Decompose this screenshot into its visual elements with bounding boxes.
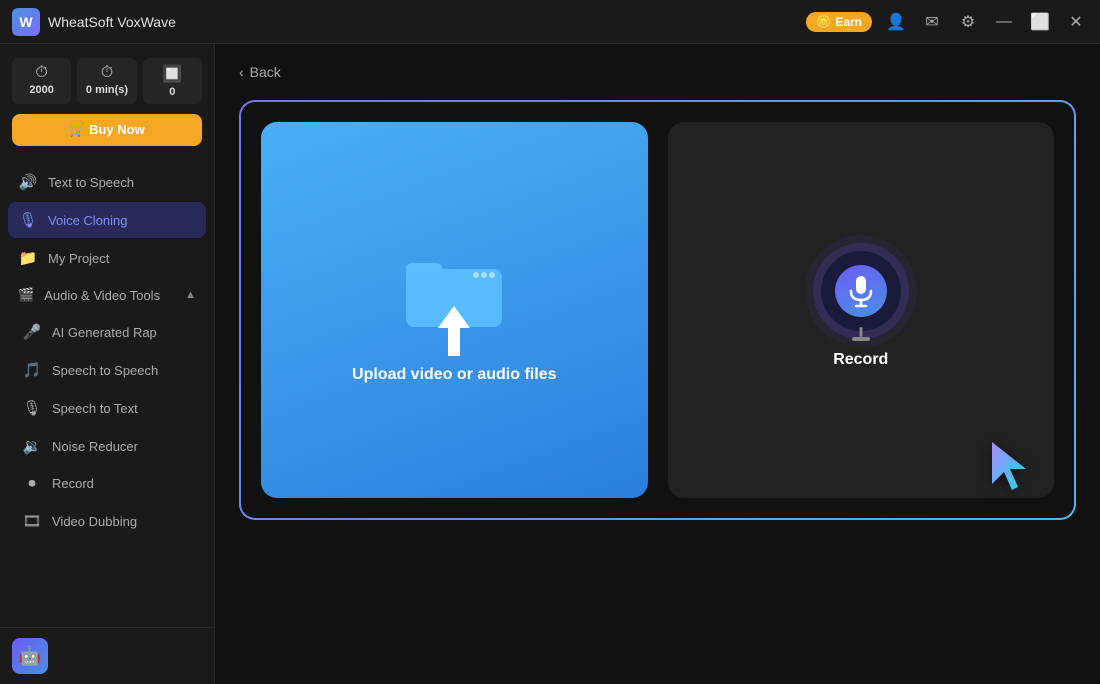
mic-base: [852, 337, 870, 341]
dubbing-icon: 🎞: [22, 512, 42, 530]
titlebar: W WheatSoft VoxWave 🪙 Earn 👤 ✉ ⚙ — ⬜ ✕: [0, 0, 1100, 44]
coin-icon: 🪙: [816, 15, 831, 29]
app-layout: ⏱ 2000 ⏱ 0 min(s) 🔲 0 🛒 Buy Now 🔊 Text: [0, 44, 1100, 684]
noise-icon: 🔉: [22, 437, 42, 455]
record-label: Record: [833, 351, 888, 369]
earn-button[interactable]: 🪙 Earn: [806, 12, 872, 32]
stat-minutes: ⏱ 0 min(s): [77, 58, 136, 104]
sidebar-item-ai-rap[interactable]: 🎤 AI Generated Rap: [12, 314, 206, 350]
mic-icon-wrap: [821, 251, 901, 331]
sidebar-item-speech-to-speech[interactable]: 🎵 Speech to Speech: [12, 352, 206, 388]
count-icon: 🔲: [147, 64, 198, 84]
titlebar-left: W WheatSoft VoxWave: [12, 8, 176, 36]
chat-widget[interactable]: 🤖: [12, 638, 202, 674]
stt-icon: 🎙: [22, 399, 42, 417]
mic-icon: [835, 265, 887, 317]
cursor-svg: [984, 438, 1034, 498]
minimize-icon[interactable]: —: [992, 13, 1016, 31]
sidebar-item-noise-reducer[interactable]: 🔉 Noise Reducer: [12, 428, 206, 464]
sts-icon: 🎵: [22, 361, 42, 379]
av-tools-submenu: 🎤 AI Generated Rap 🎵 Speech to Speech 🎙 …: [8, 314, 206, 539]
mail-icon[interactable]: ✉: [920, 12, 944, 32]
sidebar-section-av-tools[interactable]: 🎬 Audio & Video Tools ▲: [8, 278, 206, 312]
record-nav-icon: ⏺: [22, 475, 42, 492]
av-tools-left: 🎬 Audio & Video Tools: [18, 287, 160, 303]
ai-rap-label: AI Generated Rap: [52, 325, 157, 340]
back-label: Back: [250, 64, 281, 80]
back-arrow-icon: ‹: [239, 64, 244, 80]
minutes-icon: ⏱: [81, 64, 132, 82]
chat-avatar: 🤖: [12, 638, 48, 674]
tts-label: Text to Speech: [48, 175, 134, 190]
microphone-svg: [847, 274, 875, 308]
sidebar-item-voice-cloning[interactable]: 🎙 Voice Cloning: [8, 202, 206, 238]
dubbing-label: Video Dubbing: [52, 514, 137, 529]
av-tools-label: Audio & Video Tools: [44, 288, 160, 303]
mic-stand: [859, 327, 862, 337]
upload-label: Upload video or audio files: [352, 366, 556, 384]
stats-row: ⏱ 2000 ⏱ 0 min(s) 🔲 0: [12, 58, 202, 104]
account-icon[interactable]: 👤: [884, 12, 908, 32]
sidebar-bottom: 🤖: [0, 627, 214, 684]
vc-icon: 🎙: [18, 211, 38, 229]
record-nav-label: Record: [52, 476, 94, 491]
selection-cards-container: Upload video or audio files: [239, 100, 1076, 520]
earn-label: Earn: [835, 15, 862, 29]
cursor-indicator: [984, 438, 1034, 498]
vc-label: Voice Cloning: [48, 213, 128, 228]
sidebar-nav: 🔊 Text to Speech 🎙 Voice Cloning 📁 My Pr…: [0, 156, 214, 627]
tts-icon: 🔊: [18, 173, 38, 191]
minutes-value: 0 min(s): [81, 84, 132, 96]
count-value: 0: [147, 86, 198, 98]
chevron-up-icon: ▲: [185, 289, 196, 301]
sidebar-item-video-dubbing[interactable]: 🎞 Video Dubbing: [12, 503, 206, 539]
back-button[interactable]: ‹ Back: [239, 64, 281, 80]
project-icon: 📁: [18, 249, 38, 267]
main-content: ‹ Back: [215, 44, 1100, 684]
sts-label: Speech to Speech: [52, 363, 158, 378]
ai-rap-icon: 🎤: [22, 323, 42, 341]
upload-card[interactable]: Upload video or audio files: [261, 122, 648, 498]
settings-icon[interactable]: ⚙: [956, 12, 980, 32]
noise-label: Noise Reducer: [52, 439, 138, 454]
sidebar: ⏱ 2000 ⏱ 0 min(s) 🔲 0 🛒 Buy Now 🔊 Text: [0, 44, 215, 684]
sidebar-top: ⏱ 2000 ⏱ 0 min(s) 🔲 0 🛒 Buy Now: [0, 44, 214, 156]
app-name: WheatSoft VoxWave: [48, 14, 176, 30]
buy-now-button[interactable]: 🛒 Buy Now: [12, 114, 202, 146]
sidebar-item-speech-to-text[interactable]: 🎙 Speech to Text: [12, 390, 206, 426]
maximize-icon[interactable]: ⬜: [1028, 12, 1052, 32]
close-icon[interactable]: ✕: [1064, 12, 1088, 32]
project-label: My Project: [48, 251, 109, 266]
characters-value: 2000: [16, 84, 67, 96]
stt-label: Speech to Text: [52, 401, 138, 416]
app-logo: W: [12, 8, 40, 36]
stat-characters: ⏱ 2000: [12, 58, 71, 104]
buy-label: 🛒 Buy Now: [69, 122, 144, 138]
sidebar-item-text-to-speech[interactable]: 🔊 Text to Speech: [8, 164, 206, 200]
characters-icon: ⏱: [16, 64, 67, 82]
sidebar-item-my-project[interactable]: 📁 My Project: [8, 240, 206, 276]
titlebar-right: 🪙 Earn 👤 ✉ ⚙ — ⬜ ✕: [806, 12, 1088, 32]
stat-count: 🔲 0: [143, 58, 202, 104]
sidebar-item-record[interactable]: ⏺ Record: [12, 466, 206, 501]
upload-arrow-icon: [434, 306, 474, 356]
av-tools-icon: 🎬: [18, 287, 34, 303]
